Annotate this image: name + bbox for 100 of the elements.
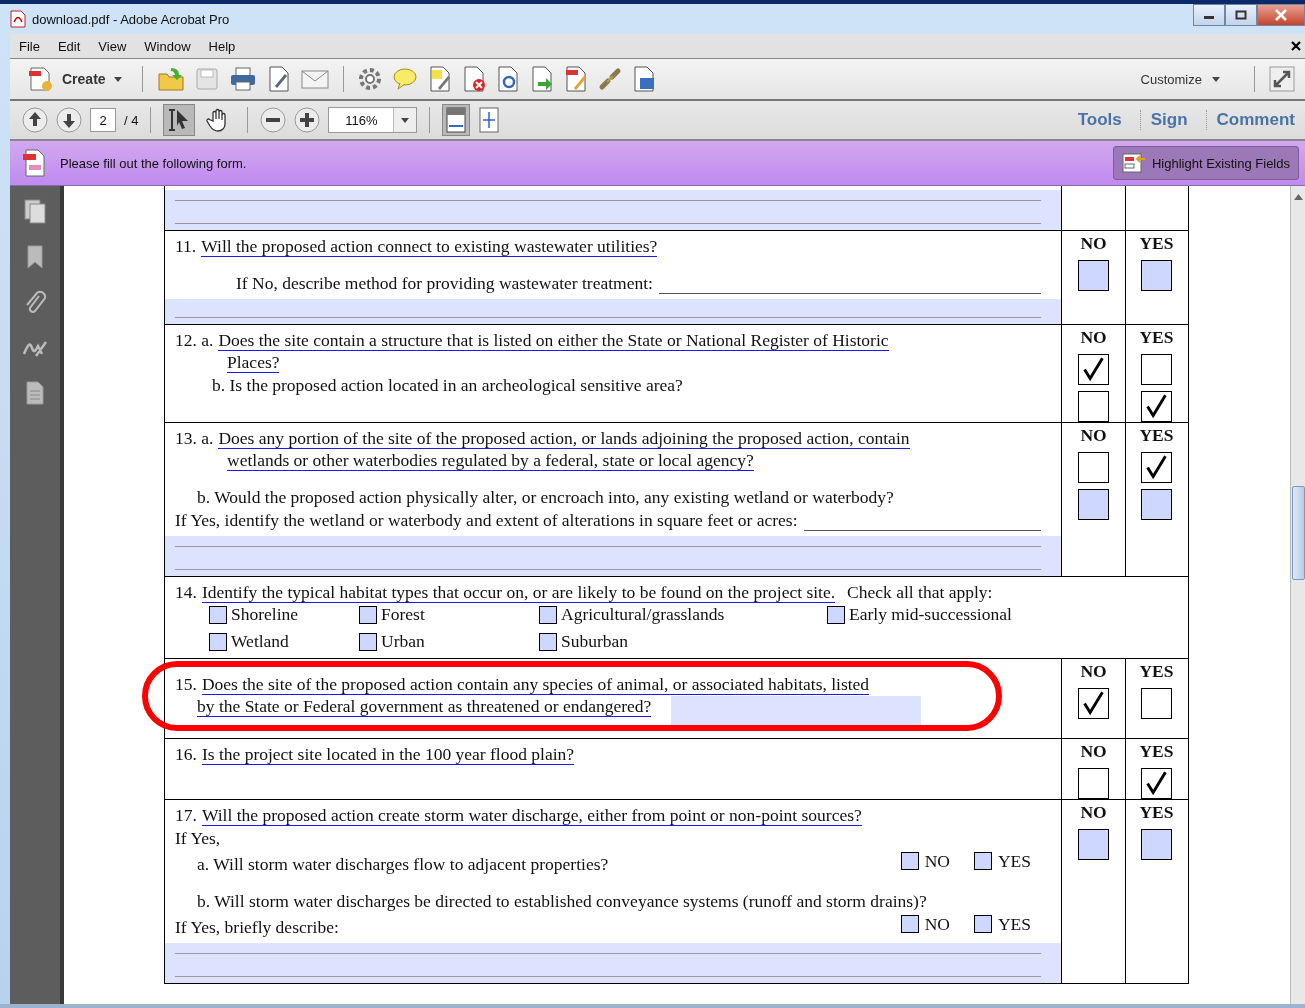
maximize-icon [1235, 10, 1247, 20]
caret-icon [1212, 76, 1220, 82]
question-number: 13. a. [175, 427, 214, 449]
print-icon[interactable] [228, 67, 257, 91]
checkbox[interactable] [1078, 768, 1109, 799]
input-field[interactable] [165, 943, 1061, 983]
checkbox[interactable] [973, 852, 992, 870]
question-link[interactable]: wetlands or other waterbodies regulated by a federal, state or local agency? [227, 450, 754, 471]
text-pencil-icon[interactable] [427, 66, 452, 92]
checkbox[interactable] [209, 632, 227, 651]
question-text: b. Would the proposed action physically alter, or encroach into, any existing wetland or waterbody? [197, 486, 894, 508]
question-text: If Yes, [175, 827, 221, 849]
zoom-dropdown[interactable]: 116% [328, 107, 418, 133]
menu-item[interactable]: Help [199, 38, 245, 54]
menu-item[interactable]: File [10, 38, 49, 54]
close-button[interactable] [1257, 4, 1305, 26]
choice-label: YES [997, 913, 1031, 935]
input-field[interactable] [165, 536, 1061, 576]
checkbox[interactable] [539, 605, 557, 624]
select-tool[interactable] [163, 104, 196, 136]
checkbox[interactable] [209, 605, 227, 624]
zoom-in-icon[interactable] [294, 107, 321, 133]
menu-item[interactable]: View [89, 38, 136, 54]
link-icon[interactable] [597, 67, 622, 91]
question-number: 14. [175, 581, 197, 603]
checkbox[interactable] [539, 632, 557, 651]
checkbox[interactable] [1141, 260, 1172, 291]
pdf-icon [10, 10, 26, 28]
edit-document-icon[interactable] [266, 66, 291, 92]
checkbox[interactable] [1078, 260, 1109, 291]
settings-icon[interactable] [357, 67, 382, 91]
column-header: NO [1080, 327, 1107, 348]
habitat-label: Suburban [561, 631, 629, 652]
expand-icon[interactable] [1269, 66, 1295, 92]
question-link[interactable]: Does the site contain a structure that is listed on either the State or National Register of Historic [218, 330, 889, 351]
column-header: YES [1139, 661, 1174, 682]
document-pencil-icon[interactable] [563, 66, 588, 92]
question-link[interactable]: Will the proposed action connect to existing wastewater utilities? [201, 236, 658, 257]
close-icon[interactable] [1291, 41, 1301, 51]
column-header: YES [1139, 802, 1174, 823]
checkbox[interactable] [1078, 489, 1109, 520]
question-link[interactable]: Identify the typical habitat types that occur on, or are likely to be found on the project site. [201, 582, 836, 603]
checkbox[interactable] [1078, 688, 1109, 719]
checkbox[interactable] [973, 915, 992, 933]
checkbox[interactable] [1141, 452, 1172, 483]
checkbox[interactable] [359, 605, 377, 624]
question-text: If No, describe method for providing wastewater treatment: [236, 272, 653, 294]
fit-page-icon[interactable] [478, 107, 501, 133]
document-delete-icon[interactable] [461, 66, 486, 92]
menu-item[interactable]: Edit [48, 38, 90, 54]
pane-tab[interactable]: Tools [1067, 110, 1132, 130]
checkbox[interactable] [1141, 829, 1172, 860]
paperclip-icon[interactable] [23, 290, 47, 316]
fit-width-icon[interactable] [442, 104, 471, 136]
column-header: NO [1080, 661, 1107, 682]
pages-icon[interactable] [23, 198, 47, 224]
zoom-out-icon[interactable] [260, 107, 287, 133]
question-text: b. Is the proposed action located in an archeological sensitive area? [212, 374, 683, 396]
pane-tab[interactable]: Sign [1139, 110, 1198, 130]
checkbox[interactable] [359, 632, 377, 651]
fill-in-line[interactable] [803, 529, 1041, 531]
checkbox[interactable] [1078, 354, 1109, 385]
input-field[interactable] [165, 190, 1061, 230]
question-link[interactable]: Is the project site located in the 100 year flood plain? [201, 744, 575, 765]
question-link[interactable]: Does any portion of the site of the proposed action, or lands adjoining the proposed action, contain [218, 428, 910, 449]
checkbox[interactable] [900, 852, 919, 870]
fill-in-line[interactable] [658, 292, 1041, 294]
question-link[interactable]: by the State or Federal government as threatened or endangered? [197, 696, 652, 717]
customize-dropdown[interactable]: Customize [1134, 70, 1226, 88]
checkbox[interactable] [900, 915, 919, 933]
question-link[interactable]: Places? [227, 352, 280, 373]
maximize-button[interactable] [1225, 4, 1257, 26]
question-link[interactable]: Will the proposed action create storm water discharge, either from point or non-point sources? [201, 805, 862, 826]
caret-icon [113, 76, 122, 82]
menu-item[interactable]: Window [135, 38, 200, 54]
scroll-thumb[interactable] [1291, 486, 1305, 580]
input-field[interactable] [165, 299, 1061, 324]
document-arrow-icon[interactable] [529, 66, 554, 92]
minimize-button[interactable] [1193, 4, 1225, 26]
checkbox[interactable] [827, 605, 845, 624]
highlight-fields-button[interactable]: Highlight Existing Fields [1113, 146, 1299, 180]
input-field[interactable] [671, 696, 922, 726]
question-link[interactable]: Does the site of the proposed action contain any species of animal, or associated habitats, listed [201, 674, 870, 695]
checkbox[interactable] [1078, 391, 1109, 422]
choice-label: NO [924, 913, 950, 935]
column-header: NO [1080, 802, 1107, 823]
checkbox[interactable] [1141, 354, 1172, 385]
checkbox[interactable] [1141, 768, 1172, 799]
window-title: download.pdf - Adobe Acrobat Pro [32, 11, 230, 27]
pane-tab[interactable]: Comment [1205, 110, 1305, 130]
checkbox[interactable] [1078, 452, 1109, 483]
checkbox[interactable] [1141, 688, 1172, 719]
create-button[interactable]: Create [22, 65, 128, 93]
checkbox[interactable] [1141, 489, 1172, 520]
close-icon [1274, 9, 1288, 21]
scroll-up-icon[interactable] [1293, 194, 1303, 200]
checkbox[interactable] [1141, 391, 1172, 422]
document-icon[interactable] [23, 380, 47, 406]
checkbox[interactable] [1078, 829, 1109, 860]
page-number-field[interactable]: 2 [90, 108, 116, 132]
